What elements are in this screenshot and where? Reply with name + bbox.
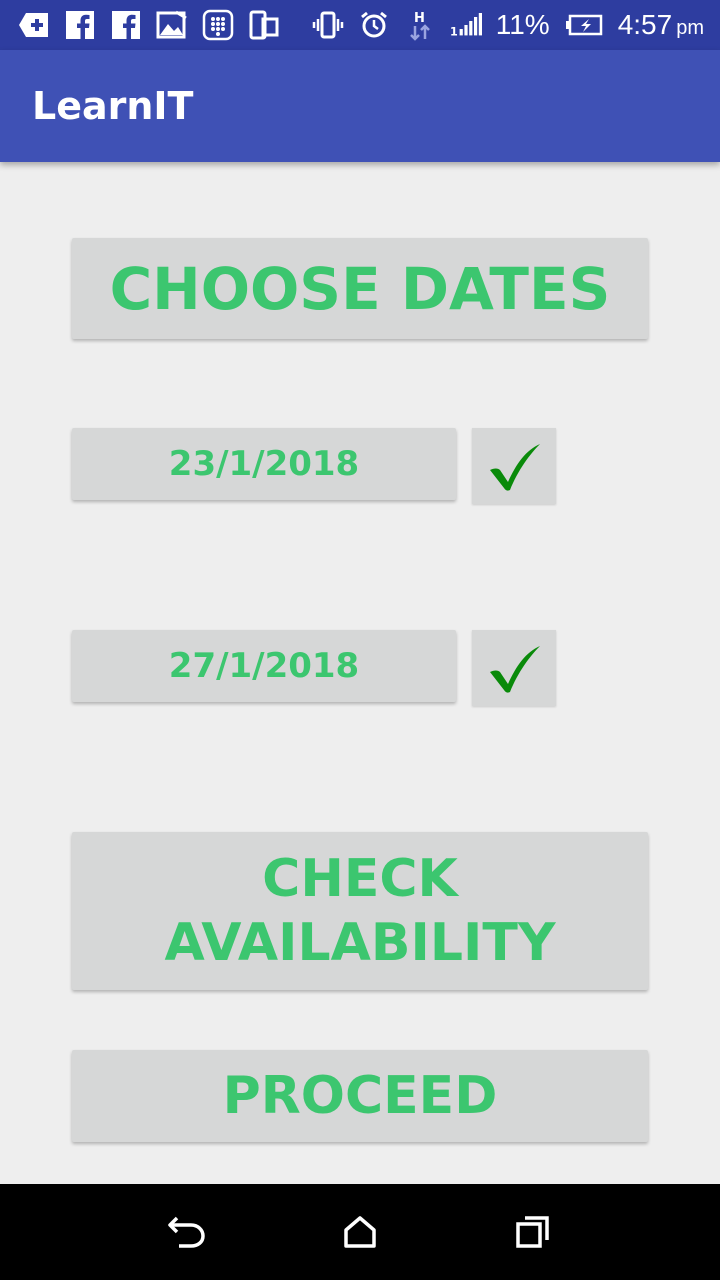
status-left-icons	[0, 9, 280, 41]
svg-text:1: 1	[450, 25, 458, 38]
app-bar: LearnIT	[0, 50, 720, 162]
proceed-button[interactable]: PROCEED	[72, 1050, 648, 1142]
clock: 4:57 pm	[618, 9, 704, 41]
home-icon[interactable]	[336, 1208, 384, 1256]
checkmark-icon	[490, 444, 540, 491]
end-date-check[interactable]	[472, 630, 556, 706]
navigation-bar	[0, 1184, 720, 1280]
clock-ampm: pm	[676, 17, 704, 39]
vibrate-icon	[312, 9, 344, 41]
check-availability-line1: CHECK	[262, 849, 458, 909]
back-icon[interactable]	[163, 1208, 211, 1256]
status-right-icons: H 1 11% 4:57 pm	[312, 0, 704, 50]
signal-icon: 1	[450, 9, 482, 41]
data-h-icon: H	[404, 9, 436, 41]
battery-percent: 11%	[495, 9, 550, 40]
end-date-button[interactable]: 27/1/2018	[72, 630, 456, 702]
screen-mirror-icon	[248, 9, 280, 41]
start-date-check[interactable]	[472, 428, 556, 504]
add-box-icon	[18, 9, 50, 41]
check-availability-line2: AVAILABILITY	[164, 913, 556, 973]
battery-charging-icon	[564, 9, 604, 41]
checkmark-icon	[490, 646, 540, 693]
check-availability-button[interactable]: CHECK AVAILABILITY	[72, 832, 648, 990]
gallery-icon	[156, 9, 188, 41]
dialpad-icon	[202, 9, 234, 41]
facebook-icon	[64, 9, 96, 41]
start-date-button[interactable]: 23/1/2018	[72, 428, 456, 500]
app-title: LearnIT	[32, 84, 194, 128]
facebook-icon	[110, 9, 142, 41]
clock-time: 4:57	[617, 9, 673, 40]
recents-icon[interactable]	[509, 1208, 557, 1256]
status-bar: H 1 11% 4:57 pm	[0, 0, 720, 50]
alarm-icon	[358, 9, 390, 41]
svg-text:H: H	[414, 11, 425, 26]
choose-dates-button[interactable]: CHOOSE DATES	[72, 238, 648, 339]
